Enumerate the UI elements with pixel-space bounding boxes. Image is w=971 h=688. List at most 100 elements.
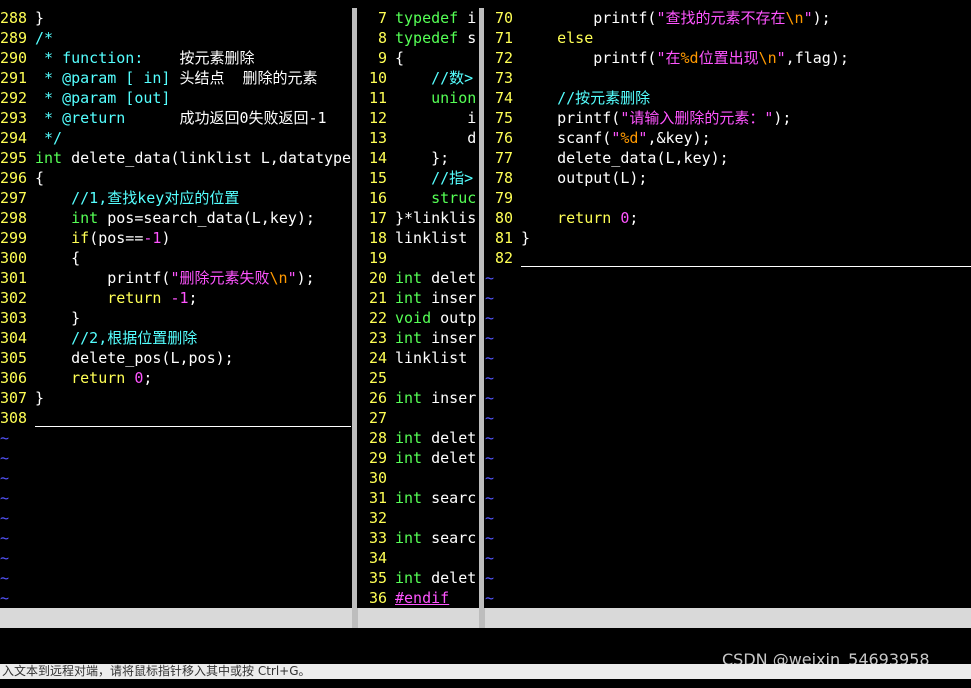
left-status-filename: test.c	[0, 629, 55, 647]
code-line: 8 typedef s	[358, 28, 479, 48]
line-number: 288	[0, 9, 28, 27]
line-number: 304	[0, 329, 28, 347]
empty-buffer-line: ~	[485, 329, 495, 347]
code-token: "	[776, 49, 786, 67]
line-number: 24	[368, 349, 387, 367]
code-token: "查找的元素不存在	[656, 9, 786, 27]
code-token: int	[395, 329, 423, 347]
line-number: 293	[0, 109, 28, 127]
code-token: "	[611, 129, 621, 147]
line-number: 9	[377, 49, 387, 67]
code-token: -1	[170, 289, 189, 307]
line-number: 294	[0, 129, 28, 147]
code-token: }	[521, 229, 531, 247]
middle-editor-pane[interactable]: 7 typedef i 8 typedef s 9{10 //数> 11 union 12 …	[358, 8, 479, 608]
line-number: 31	[368, 489, 387, 507]
code-line: 30	[358, 468, 479, 488]
code-token: 头结点 删除的元素	[179, 69, 318, 87]
line-number: 26	[368, 389, 387, 407]
code-token: inser	[422, 329, 477, 347]
line-number: 30	[368, 469, 387, 487]
line-number: 29	[368, 449, 387, 467]
code-line: 306 return 0;	[0, 368, 352, 388]
code-line: 29 int delet	[358, 448, 479, 468]
code-token: }	[35, 9, 45, 27]
code-line: 299 if(pos==-1)	[0, 228, 352, 248]
right-status-filename: main.c	[485, 629, 540, 647]
code-token: -1	[143, 229, 162, 247]
code-token: delet	[422, 449, 477, 467]
code-line: 293 * @return 成功返回0失败返回-1	[0, 108, 352, 128]
line-number: 297	[0, 189, 28, 207]
code-token: ;	[188, 289, 198, 307]
line-number: 16	[368, 189, 387, 207]
code-token: int	[35, 149, 63, 167]
code-line: 291 * @param [ in] 头结点 删除的元素	[0, 68, 352, 88]
empty-buffer-line: ~	[0, 449, 10, 467]
vertical-split-divider[interactable]	[352, 8, 357, 608]
code-line: 72 printf("在%d位置出现\n",flag);	[485, 48, 971, 68]
code-line: 32	[358, 508, 479, 528]
code-token: }*linklis	[395, 209, 477, 227]
code-token: {	[35, 249, 81, 267]
left-editor-pane[interactable]: 288} 289/* 290 * function: 按元素删除 291 * @par…	[0, 8, 352, 608]
code-token: delet	[422, 569, 477, 587]
empty-buffer-line: ~	[0, 549, 10, 567]
code-token: */	[35, 129, 63, 147]
line-number: 35	[368, 569, 387, 587]
code-token: );	[812, 9, 831, 27]
code-token: int	[395, 529, 423, 547]
line-number: 296	[0, 169, 28, 187]
code-line: 33 int searc	[358, 528, 479, 548]
line-number: 17	[368, 209, 387, 227]
line-number: 14	[368, 149, 387, 167]
line-number: 21	[368, 289, 387, 307]
code-token: outp	[431, 309, 477, 327]
code-line: 7 typedef i	[358, 8, 479, 28]
line-number: 289	[0, 29, 28, 47]
line-number: 298	[0, 209, 28, 227]
code-line: 24 linklist	[358, 348, 479, 368]
code-token: //1,查找key对应的位置	[35, 189, 240, 207]
code-token: //数>	[395, 69, 474, 87]
code-token: {	[35, 169, 45, 187]
code-token: ,flag);	[785, 49, 849, 67]
empty-buffer-line: ~	[485, 289, 495, 307]
line-number: 75	[494, 109, 513, 127]
right-editor-pane[interactable]: 70 printf("查找的元素不存在\n"); 71 else 72 printf…	[485, 8, 971, 608]
code-token: int	[395, 269, 423, 287]
line-number: 23	[368, 329, 387, 347]
line-number: 74	[494, 89, 513, 107]
line-number: 292	[0, 89, 28, 107]
code-token: #endif	[395, 589, 450, 607]
line-number: 307	[0, 389, 28, 407]
code-token: {	[395, 49, 405, 67]
code-line: 308	[0, 408, 352, 428]
code-token: 位置出现	[698, 49, 759, 67]
empty-buffer-line: ~	[485, 309, 495, 327]
line-number: 11	[368, 89, 387, 107]
empty-buffer-line: ~	[485, 429, 495, 447]
line-number: 82	[494, 249, 513, 267]
line-number: 299	[0, 229, 28, 247]
empty-buffer-line: ~	[485, 529, 495, 547]
empty-buffer-line: ~	[485, 409, 495, 427]
command-line: 入文本到远程对端，请将鼠标指针移入其中或按 Ctrl+G。	[0, 664, 971, 679]
code-token: int	[395, 429, 423, 447]
code-token: typedef	[395, 9, 459, 27]
code-line: 21 int inser	[358, 288, 479, 308]
line-number: 27	[368, 409, 387, 427]
code-token: 按元素删除	[179, 49, 255, 67]
line-number: 18	[368, 229, 387, 247]
code-token: 成功返回0失败返回-1	[179, 109, 327, 127]
code-token: i	[458, 9, 477, 27]
code-line: 288}	[0, 8, 352, 28]
code-token: /*	[35, 29, 54, 47]
vertical-split-divider[interactable]	[479, 8, 484, 608]
code-token: delete_data(linklist L,datatype	[62, 149, 352, 167]
line-number: 78	[494, 169, 513, 187]
line-number: 28	[368, 429, 387, 447]
